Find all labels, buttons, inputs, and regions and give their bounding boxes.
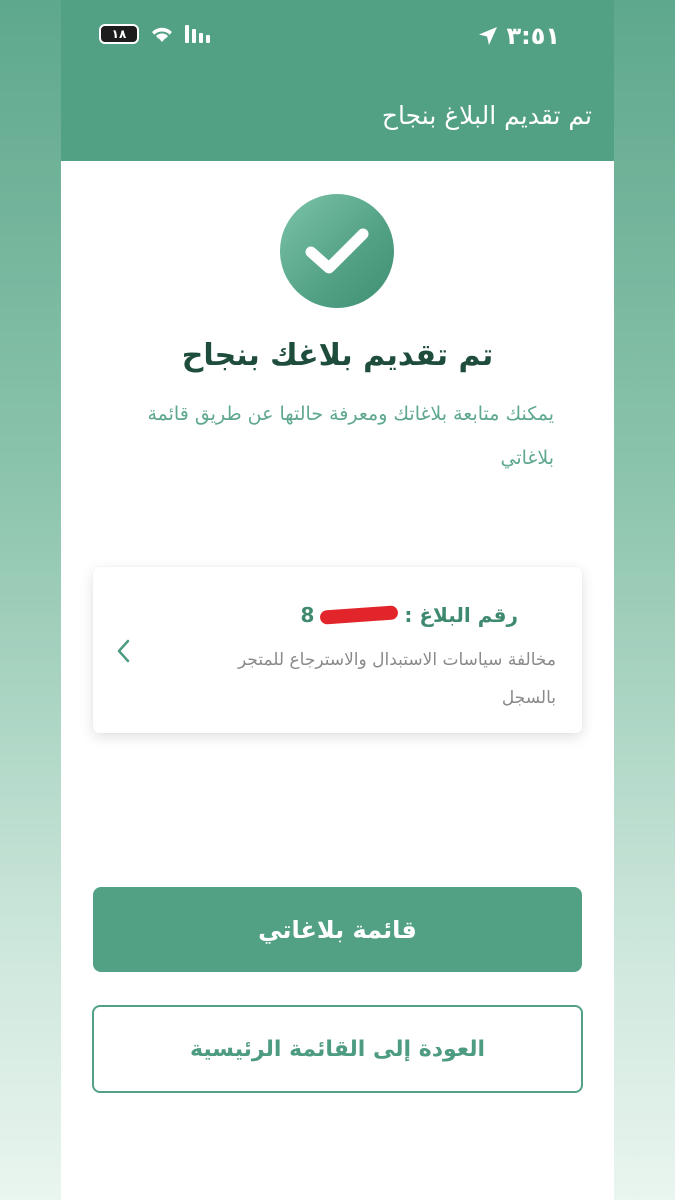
- success-message: يمكنك متابعة بلاغاتك ومعرفة حالتها عن طر…: [147, 403, 554, 469]
- screen: ١٨ ٣:٥١ تم تقديم البلاغ بنجاح تم تقديم ب…: [61, 0, 614, 1200]
- report-number-value: 8: [300, 603, 315, 627]
- status-indicators: ١٨: [99, 24, 210, 44]
- my-reports-button[interactable]: قائمة بلاغاتي: [93, 887, 582, 972]
- app-bar-title: تم تقديم البلاغ بنجاح: [381, 101, 592, 130]
- battery-icon: ١٨: [99, 24, 139, 44]
- clock-text: ٣:٥١: [506, 22, 560, 50]
- wifi-icon: [152, 27, 172, 42]
- success-headline: تم تقديم بلاغك بنجاح: [181, 338, 494, 373]
- redaction-mark: [320, 605, 399, 625]
- signal-icon: [185, 25, 210, 43]
- checkmark-icon: [305, 228, 369, 274]
- status-bar: ١٨ ٣:٥١: [61, 0, 614, 72]
- report-card[interactable]: رقم البلاغ : 8 مخالفة سياسات الاستبدال و…: [93, 567, 582, 733]
- app-bar: ١٨ ٣:٥١ تم تقديم البلاغ بنجاح: [61, 0, 614, 161]
- report-number-label: رقم البلاغ :: [404, 603, 518, 627]
- chevron-left-icon: [117, 639, 130, 663]
- location-arrow-icon: [479, 27, 498, 45]
- report-number: رقم البلاغ : 8: [300, 603, 518, 627]
- report-description: مخالفة سياسات الاستبدال والاسترجاع للمتج…: [237, 650, 556, 708]
- success-check-icon: [280, 194, 394, 308]
- back-home-button[interactable]: العودة إلى القائمة الرئيسية: [92, 1005, 583, 1093]
- status-time: ٣:٥١: [478, 22, 560, 50]
